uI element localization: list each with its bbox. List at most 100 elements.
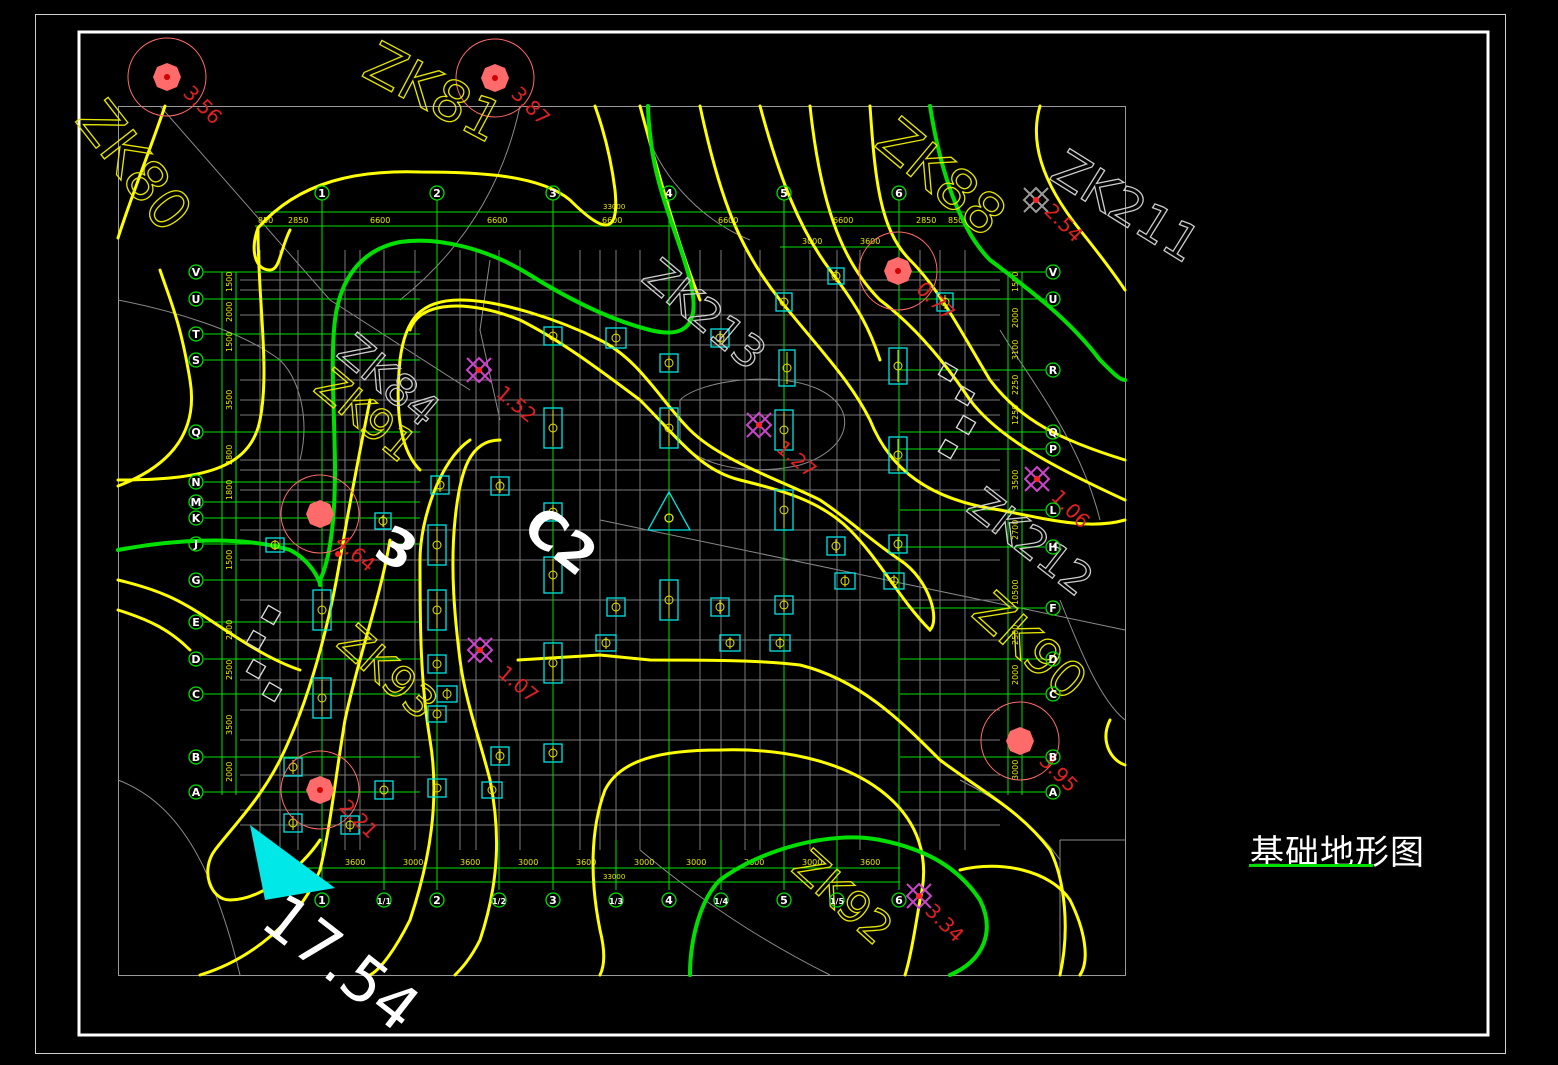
top-dim: 6600 (487, 216, 507, 225)
right-dim: 3500 (1011, 470, 1020, 490)
axis-bubble: D (188, 651, 204, 667)
left-dim: 2000 (225, 762, 234, 782)
axis-label: 4 (665, 187, 673, 200)
contour-label-c2: C2 (512, 495, 608, 588)
probe-point[interactable] (1022, 186, 1050, 214)
pile-cap (595, 634, 617, 652)
probe-point[interactable] (466, 636, 494, 664)
top-dim: 2850 (288, 216, 308, 225)
axis-label: J (193, 538, 198, 551)
contour-labels: 3 C2 (366, 495, 608, 588)
top-dim: 6600 (833, 216, 853, 225)
pile-cap (606, 597, 626, 617)
elev-label: 1.27 (772, 435, 822, 482)
pile-cap (659, 353, 679, 373)
axis-label: 5 (780, 187, 788, 200)
pile-cap (769, 634, 791, 652)
top-dim: 2850 (916, 216, 936, 225)
pile-cap (427, 589, 447, 631)
axis-label: M (191, 496, 202, 509)
axis-bubble: U (1045, 291, 1061, 307)
pile-cap (888, 347, 908, 385)
probe-point[interactable] (745, 411, 773, 439)
axis-label: 1 (318, 894, 326, 907)
axis-label: R (1049, 364, 1058, 377)
pile-cap-rotated (245, 658, 267, 680)
axis-label: B (1049, 751, 1057, 764)
axis-bubble: A (1045, 784, 1061, 800)
axis-bubble: 2 (429, 892, 445, 908)
axis-label: 1/5 (830, 897, 844, 906)
foundation-topo-drawing: 33000 850 2850 6600 6600 6600 6600 6600 … (35, 14, 1506, 1054)
axis-bubble: N (188, 474, 204, 490)
left-dim: 2500 (225, 660, 234, 680)
axis-label: 2 (433, 187, 441, 200)
axis-label: T (192, 328, 200, 341)
title-underline (1249, 864, 1373, 867)
axis-label: 1/3 (609, 897, 623, 906)
pile-cap (774, 489, 794, 531)
axis-label: G (191, 574, 200, 587)
axis-bubble: 4 (661, 892, 677, 908)
pile-cap (774, 595, 794, 615)
borehole-label: ZK88 (864, 106, 1018, 250)
axis-label: C (192, 688, 200, 701)
pile-cap (312, 677, 332, 719)
bottom-dim: 3000 (403, 858, 423, 867)
pile-cap (543, 743, 563, 763)
axis-bubble: 1/4 (713, 892, 729, 908)
pile-cap (710, 597, 730, 617)
right-dim: 2000 (1011, 308, 1020, 328)
pile-cap (490, 746, 510, 766)
axis-label: H (1048, 541, 1057, 554)
pile-cap (834, 572, 856, 590)
bottom-dim: 3600 (460, 858, 480, 867)
axis-label: S (192, 354, 200, 367)
left-dim: 2000 (225, 302, 234, 322)
bottom-dim: 3600 (345, 858, 365, 867)
axis-bubble: K (188, 510, 204, 526)
borehole-label: ZK90 (962, 581, 1098, 712)
axis-bubble: T (188, 326, 204, 342)
elev-label: 2.21 (334, 795, 382, 843)
probe-point[interactable] (1023, 465, 1051, 493)
pile-cap (778, 349, 796, 387)
probe-point[interactable] (465, 356, 493, 384)
pile-cap (719, 634, 741, 652)
axis-label: 4 (665, 894, 673, 907)
axis-label: V (192, 266, 201, 279)
borehole-labels: ZK80 ZK81 ZK88 ZK211 ZK213 ZK84 ZK91 ZK2… (62, 29, 1211, 955)
borehole-label: ZK81 (353, 30, 513, 156)
pile-cap (543, 642, 563, 684)
bottom-dim: 3000 (686, 858, 706, 867)
axis-bubble: 1/3 (608, 892, 624, 908)
top-dim: 6600 (370, 216, 390, 225)
right-dim: 3000 (1011, 760, 1020, 780)
pile-cap (543, 407, 563, 449)
spot-elevation-value: 17.54 (249, 879, 434, 1046)
axis-label: Q (191, 426, 200, 439)
axis-label: 6 (895, 894, 903, 907)
axis-label: V (1049, 266, 1058, 279)
axis-label: 1 (318, 187, 326, 200)
axis-label: 2 (433, 894, 441, 907)
axis-bubble: A (188, 784, 204, 800)
right-dim: 2250 (1011, 375, 1020, 395)
axis-bubble: 6 (891, 892, 907, 908)
left-dim: 1500 (225, 332, 234, 352)
left-dim: 1500 (225, 550, 234, 570)
elev-label: 3.87 (506, 82, 554, 130)
axis-label: 1/4 (714, 897, 728, 906)
pile-cap (826, 536, 846, 556)
borehole-label: ZK80 (63, 89, 204, 244)
axis-bubble: 1/2 (491, 892, 507, 908)
axis-label: D (191, 653, 200, 666)
axis-label: U (1049, 293, 1058, 306)
axis-bubble: P (1045, 441, 1061, 457)
pile-cap (427, 524, 447, 566)
elev-label: 1.07 (494, 660, 544, 707)
bottom-dim: 3000 (518, 858, 538, 867)
axis-bubble: S (188, 352, 204, 368)
axis-bubble: R (1045, 362, 1061, 378)
axis-bubble: V (188, 264, 204, 280)
